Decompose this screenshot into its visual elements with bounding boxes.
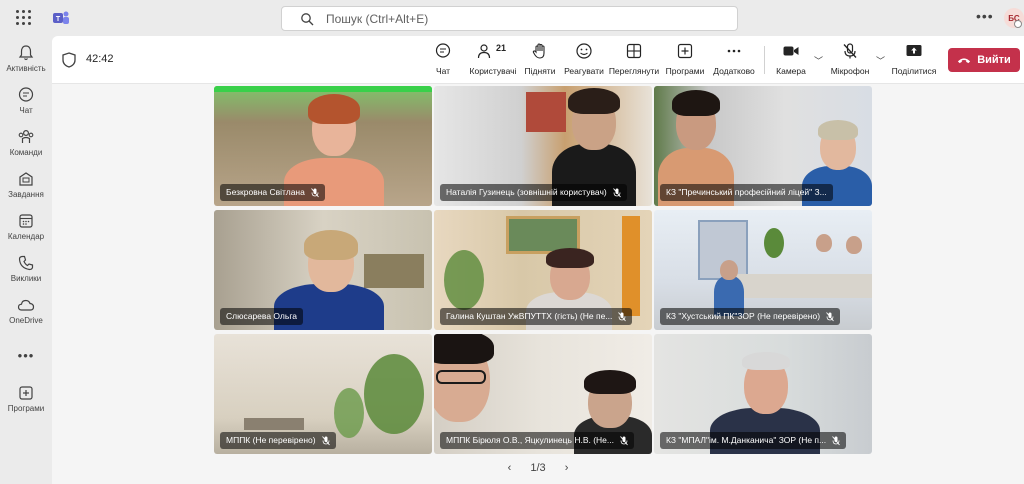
- gallery-pager: ‹ 1/3 ›: [52, 462, 1024, 474]
- teams-logo-icon: T: [53, 11, 69, 24]
- mic-off-icon: [826, 311, 834, 321]
- hand-icon: [532, 43, 545, 59]
- assignments-icon: [19, 172, 33, 186]
- view-button[interactable]: Переглянути: [608, 42, 660, 82]
- more-apps-icon[interactable]: •••: [0, 348, 52, 363]
- tile-name-label: КЗ "МПАЛ"ім. М.Данканича" ЗОР (Не п...: [660, 432, 847, 449]
- mic-off-icon: [311, 187, 319, 197]
- camera-icon: [783, 46, 799, 56]
- video-tile[interactable]: КЗ "Хустський ПК"ЗОР (Не перевірено): [654, 210, 872, 330]
- react-button[interactable]: Реагувати: [562, 42, 606, 82]
- rail-item-assignments[interactable]: Завдання: [0, 170, 52, 212]
- tile-name-label: Безкровна Світлана: [220, 184, 325, 201]
- mic-off-icon: [843, 43, 857, 59]
- meeting-timer: 42:42: [86, 53, 114, 65]
- mic-options-chevron-icon[interactable]: ﹀: [876, 54, 885, 67]
- calendar-icon: [19, 214, 33, 228]
- video-tile[interactable]: Безкровна Світлана: [214, 86, 432, 206]
- toolbar-divider: [764, 46, 765, 74]
- smile-icon: [576, 43, 592, 59]
- mic-button[interactable]: Мікрофон: [828, 42, 872, 82]
- cloud-icon: [17, 299, 35, 311]
- hang-up-icon: [958, 57, 971, 63]
- prev-page-chevron-icon[interactable]: ‹: [508, 462, 512, 474]
- chat-icon: [435, 43, 451, 58]
- meeting-toolbar: 42:42 Чат 21 Користувачі Підняти Реагува…: [52, 36, 1024, 84]
- grid-view-icon: [626, 43, 642, 59]
- rail-item-chat[interactable]: Чат: [0, 86, 52, 128]
- raise-hand-button[interactable]: Підняти: [522, 42, 558, 82]
- video-tile[interactable]: МППК (Не перевірено): [214, 334, 432, 454]
- shield-icon: [62, 52, 76, 68]
- rail-item-calls[interactable]: Виклики: [0, 254, 52, 296]
- mic-off-icon: [620, 435, 628, 445]
- app-rail: Активність Чат Команди Завдання Календар…: [0, 36, 52, 484]
- title-bar: T Пошук (Ctrl+Alt+E) ••• БС: [0, 0, 1024, 36]
- more-button[interactable]: Додатково: [712, 42, 756, 82]
- chat-icon: [18, 87, 34, 102]
- leave-button[interactable]: Вийти: [948, 48, 1020, 72]
- svg-text:T: T: [56, 16, 61, 23]
- apps-plus-icon: [677, 43, 693, 59]
- settings-more-icon[interactable]: •••: [976, 8, 994, 24]
- rail-item-apps[interactable]: Програми: [0, 384, 52, 426]
- more-dots-icon: [727, 49, 741, 53]
- search-input[interactable]: Пошук (Ctrl+Alt+E): [281, 6, 738, 31]
- phone-icon: [18, 255, 34, 271]
- mic-off-icon: [618, 311, 627, 321]
- bell-icon: [18, 45, 34, 61]
- tile-name-label: МППК (Не перевірено): [220, 432, 336, 449]
- participants-button[interactable]: 21 Користувачі: [466, 42, 520, 82]
- camera-options-chevron-icon[interactable]: ﹀: [814, 54, 823, 67]
- tile-name-label: КЗ "Пречинський професійний лiцей" З...: [660, 184, 833, 201]
- teams-icon: [18, 129, 34, 143]
- video-tile[interactable]: КЗ "Пречинський професійний лiцей" З...: [654, 86, 872, 206]
- next-page-chevron-icon[interactable]: ›: [565, 462, 569, 474]
- rail-item-teams[interactable]: Команди: [0, 128, 52, 170]
- rail-item-activity[interactable]: Активність: [0, 44, 52, 86]
- search-icon: [301, 13, 314, 26]
- search-placeholder: Пошук (Ctrl+Alt+E): [326, 12, 429, 26]
- video-tile[interactable]: Слюсарева Ольга: [214, 210, 432, 330]
- video-grid: Безкровна Світлана Наталія Гузинець (зов…: [214, 86, 872, 456]
- presence-status-icon: [1014, 20, 1022, 28]
- mic-off-icon: [832, 435, 840, 445]
- rail-item-onedrive[interactable]: OneDrive: [0, 296, 52, 338]
- apps-button[interactable]: Програми: [664, 42, 706, 82]
- camera-button[interactable]: Камера: [774, 42, 808, 82]
- page-indicator: 1/3: [530, 462, 546, 474]
- tile-name-label: Наталія Гузинець (зовнішній користувач): [440, 184, 627, 201]
- tile-name-label: МППК Бірюля О.В., Яцкулинець Н.В. (Не...: [440, 432, 634, 449]
- people-icon: [477, 44, 491, 59]
- app-launcher-icon[interactable]: [16, 10, 32, 26]
- mic-off-icon: [321, 435, 330, 445]
- chat-button[interactable]: Чат: [430, 42, 456, 82]
- tile-name-label: Слюсарева Ольга: [220, 308, 303, 325]
- participants-count: 21: [496, 43, 507, 53]
- tile-name-label: КЗ "Хустський ПК"ЗОР (Не перевірено): [660, 308, 841, 325]
- share-button[interactable]: Поділитися: [890, 42, 938, 82]
- video-tile[interactable]: Наталія Гузинець (зовнішній користувач): [434, 86, 652, 206]
- apps-plus-icon: [19, 386, 33, 400]
- rail-item-calendar[interactable]: Календар: [0, 212, 52, 254]
- meeting-stage: 42:42 Чат 21 Користувачі Підняти Реагува…: [52, 36, 1024, 484]
- mic-off-icon: [612, 187, 621, 197]
- video-tile[interactable]: Галина Куштан УжВПУТТХ (гість) (Не пе...: [434, 210, 652, 330]
- video-tile[interactable]: КЗ "МПАЛ"ім. М.Данканича" ЗОР (Не п...: [654, 334, 872, 454]
- share-screen-icon: [906, 45, 922, 56]
- video-tile[interactable]: МППК Бірюля О.В., Яцкулинець Н.В. (Не...: [434, 334, 652, 454]
- tile-name-label: Галина Куштан УжВПУТТХ (гість) (Не пе...: [440, 308, 633, 325]
